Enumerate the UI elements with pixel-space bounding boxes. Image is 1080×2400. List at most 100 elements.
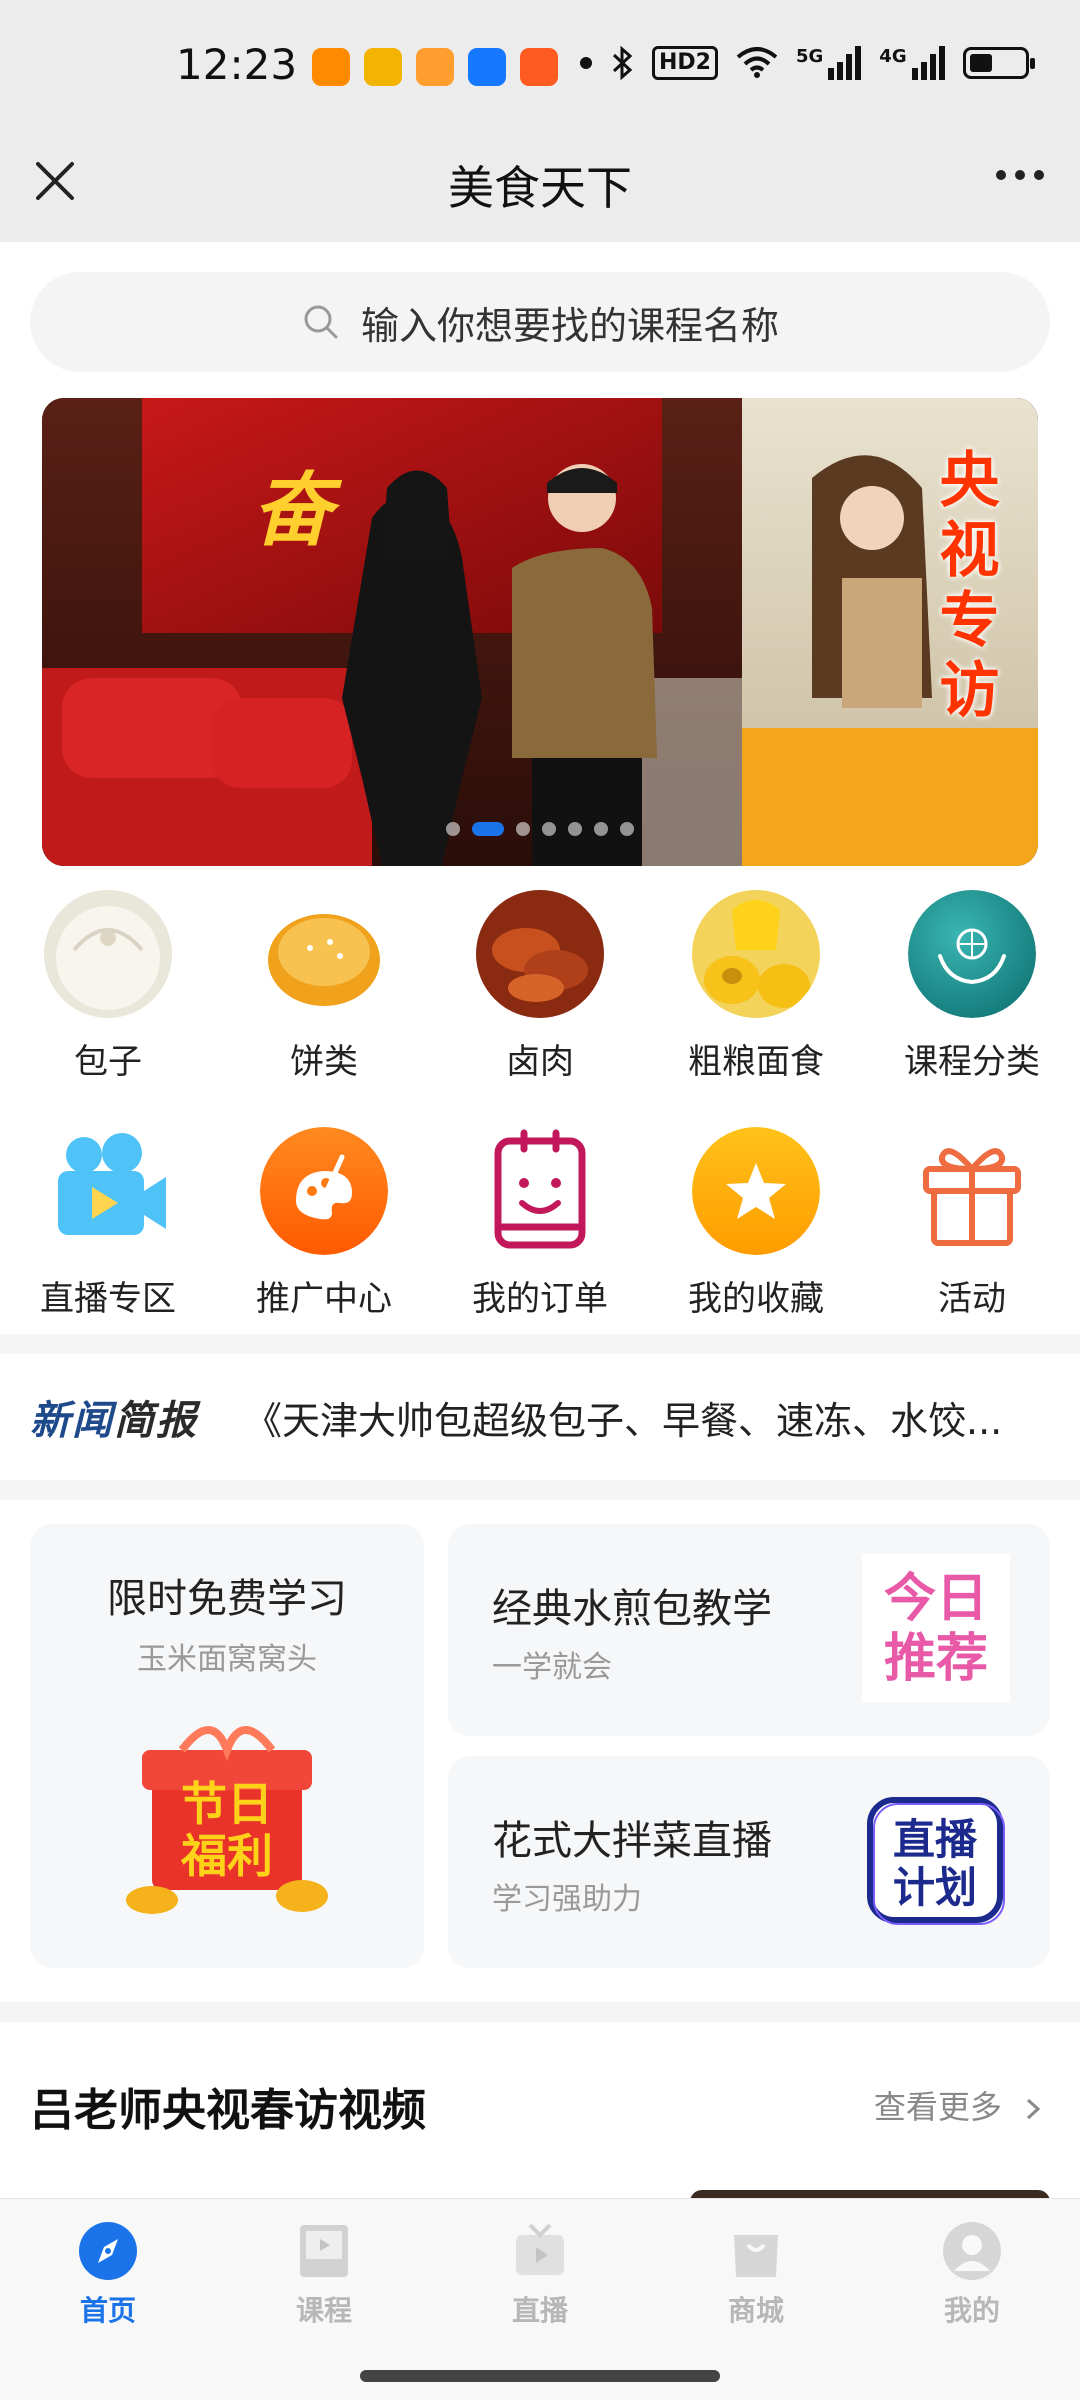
quick-link-label: 推广中心 — [256, 1279, 392, 1319]
svg-text:直播: 直播 — [893, 1815, 978, 1864]
tab-course[interactable]: 课程 — [216, 2199, 432, 2349]
home-indicator[interactable] — [360, 2370, 720, 2382]
tab-label: 我的 — [943, 2294, 1000, 2327]
carousel-indicator — [42, 822, 1038, 836]
category-coarse-grain[interactable]: 粗粮面食 — [648, 890, 864, 1083]
more-dot-icon — [996, 170, 1006, 180]
alipay-icon — [468, 48, 506, 86]
badge-text-line2: 福利 — [180, 1829, 273, 1883]
quick-link-activity[interactable]: 活动 — [864, 1127, 1080, 1320]
status-time: 12:23 — [176, 40, 298, 89]
news-logo-part2: 简报 — [114, 1398, 198, 1444]
live-plan-icon: 直播 计划 — [867, 1797, 1005, 1925]
carousel-dot-active — [472, 822, 504, 836]
tab-home[interactable]: 首页 — [0, 2199, 216, 2349]
notification-icons — [312, 48, 558, 86]
tab-label: 课程 — [295, 2294, 352, 2327]
app-notification-icon — [312, 48, 350, 86]
tab-mall[interactable]: 商城 — [648, 2199, 864, 2349]
chevron-right-icon — [1026, 2098, 1041, 2120]
category-label: 饼类 — [290, 1042, 358, 1082]
banner-carousel[interactable]: 奋 央视专访 — [42, 398, 1038, 866]
hd-icon: HD2 — [652, 46, 718, 80]
holiday-gift-icon: 节日 福利 — [126, 1726, 328, 1914]
svg-text:推荐: 推荐 — [884, 1629, 988, 1689]
quick-link-favorites[interactable]: 我的收藏 — [648, 1127, 864, 1320]
promo-shuijianbao[interactable]: 经典水煎包教学 一学就会 今日 推荐 — [448, 1524, 1050, 1736]
bluetooth-icon — [612, 46, 633, 80]
search-input[interactable]: 输入你想要找的课程名称 — [30, 272, 1050, 372]
promo-free-study[interactable]: 限时免费学习 玉米面窝窝头 节日 福利 — [30, 1524, 424, 1968]
baozi-image — [44, 890, 172, 1018]
compass-icon — [79, 2222, 137, 2280]
news-headline[interactable]: 《天津大帅包超级包子、早餐、速冻、水饺... — [244, 1390, 1034, 1445]
section-title: 吕老师央视春访视频 — [30, 2085, 426, 2136]
promo-title: 花式大拌菜直播 — [492, 1818, 772, 1864]
carousel-dot — [542, 822, 556, 836]
news-ticker[interactable]: 新闻简报 《天津大帅包超级包子、早餐、速冻、水饺... — [0, 1354, 1080, 1480]
page-title: 美食天下 — [448, 161, 632, 215]
see-more-label: 查看更多 — [873, 2088, 1002, 2126]
status-indicators: HD2 5G 4G — [580, 46, 1035, 80]
category-pie[interactable]: 饼类 — [216, 890, 432, 1083]
quick-link-row: 直播专区 推广中心 我的订单 我的收藏 活动 — [0, 1127, 1080, 1320]
see-more-link[interactable]: 查看更多 — [874, 2082, 1044, 2128]
promo-live-salad[interactable]: 花式大拌菜直播 学习强助力 直播 计划 — [448, 1756, 1050, 1968]
app-notification-icon — [520, 48, 558, 86]
quick-link-label: 我的订单 — [472, 1279, 608, 1319]
signal-5g-icon: 5G — [796, 46, 862, 80]
video-thumbnail[interactable] — [690, 2190, 1050, 2198]
video-section-header: 吕老师央视春访视频 查看更多 — [0, 2020, 1080, 2160]
globe-hands-icon — [908, 890, 1036, 1018]
badge-text-line1: 节日 — [181, 1777, 273, 1831]
pie-image — [260, 890, 388, 1018]
promo-subtitle: 学习强助力 — [492, 1882, 642, 1917]
section-divider — [0, 2002, 1080, 2022]
gift-icon — [908, 1127, 1036, 1255]
today-recommend-icon: 今日 推荐 — [862, 1554, 1010, 1702]
app-notification-icon — [416, 48, 454, 86]
carousel-dot — [594, 822, 608, 836]
tab-live[interactable]: 直播 — [432, 2199, 648, 2349]
palette-icon — [260, 1127, 388, 1255]
video-camera-icon — [44, 1127, 172, 1255]
svg-text:奋: 奋 — [252, 466, 343, 555]
news-logo: 新闻简报 — [30, 1388, 198, 1446]
main-content[interactable]: 输入你想要找的课程名称 奋 央视专访 包子 饼类 卤肉 粗粮面食 课程分类 直播… — [0, 242, 1080, 2198]
tab-label: 商城 — [727, 2294, 784, 2327]
news-logo-part1: 新闻 — [30, 1398, 114, 1444]
quick-link-my-orders[interactable]: 我的订单 — [432, 1127, 648, 1320]
title-bar: 美食天下 — [0, 130, 1080, 242]
status-bar: 12:23 HD2 5G 4G — [0, 0, 1080, 130]
carousel-dot — [516, 822, 530, 836]
shopping-bag-icon — [734, 2235, 778, 2277]
search-icon — [304, 305, 338, 339]
tab-mine[interactable]: 我的 — [864, 2199, 1080, 2349]
category-baozi[interactable]: 包子 — [0, 890, 216, 1083]
category-label: 包子 — [74, 1042, 142, 1082]
category-row: 包子 饼类 卤肉 粗粮面食 课程分类 — [0, 890, 1080, 1083]
corn-wowotou-image — [692, 890, 820, 1018]
battery-icon — [962, 47, 1035, 79]
profile-icon — [943, 2222, 1001, 2280]
section-divider — [0, 1334, 1080, 1354]
svg-text:计划: 计划 — [893, 1863, 977, 1912]
wifi-icon — [736, 47, 778, 78]
signal-4g-icon: 4G — [879, 46, 945, 80]
category-braised-meat[interactable]: 卤肉 — [432, 890, 648, 1083]
promo-title: 经典水煎包教学 — [492, 1586, 772, 1632]
tab-label: 直播 — [511, 2294, 568, 2327]
category-label: 粗粮面食 — [688, 1042, 824, 1082]
course-book-icon — [300, 2225, 348, 2277]
section-divider — [0, 1480, 1080, 1500]
category-course-classify[interactable]: 课程分类 — [864, 890, 1080, 1083]
braised-meat-image — [476, 890, 604, 1018]
quick-link-live-zone[interactable]: 直播专区 — [0, 1127, 216, 1320]
carousel-dot — [446, 822, 460, 836]
category-grid: 包子 饼类 卤肉 粗粮面食 课程分类 直播专区 推广中心 我的订单 我的收藏 活… — [0, 890, 1080, 1320]
promo-title: 限时免费学习 — [107, 1576, 347, 1622]
search-placeholder: 输入你想要找的课程名称 — [360, 303, 779, 348]
quick-link-promotion[interactable]: 推广中心 — [216, 1127, 432, 1320]
promo-subtitle: 玉米面窝窝头 — [137, 1642, 317, 1677]
more-options-button[interactable] — [996, 170, 1044, 180]
